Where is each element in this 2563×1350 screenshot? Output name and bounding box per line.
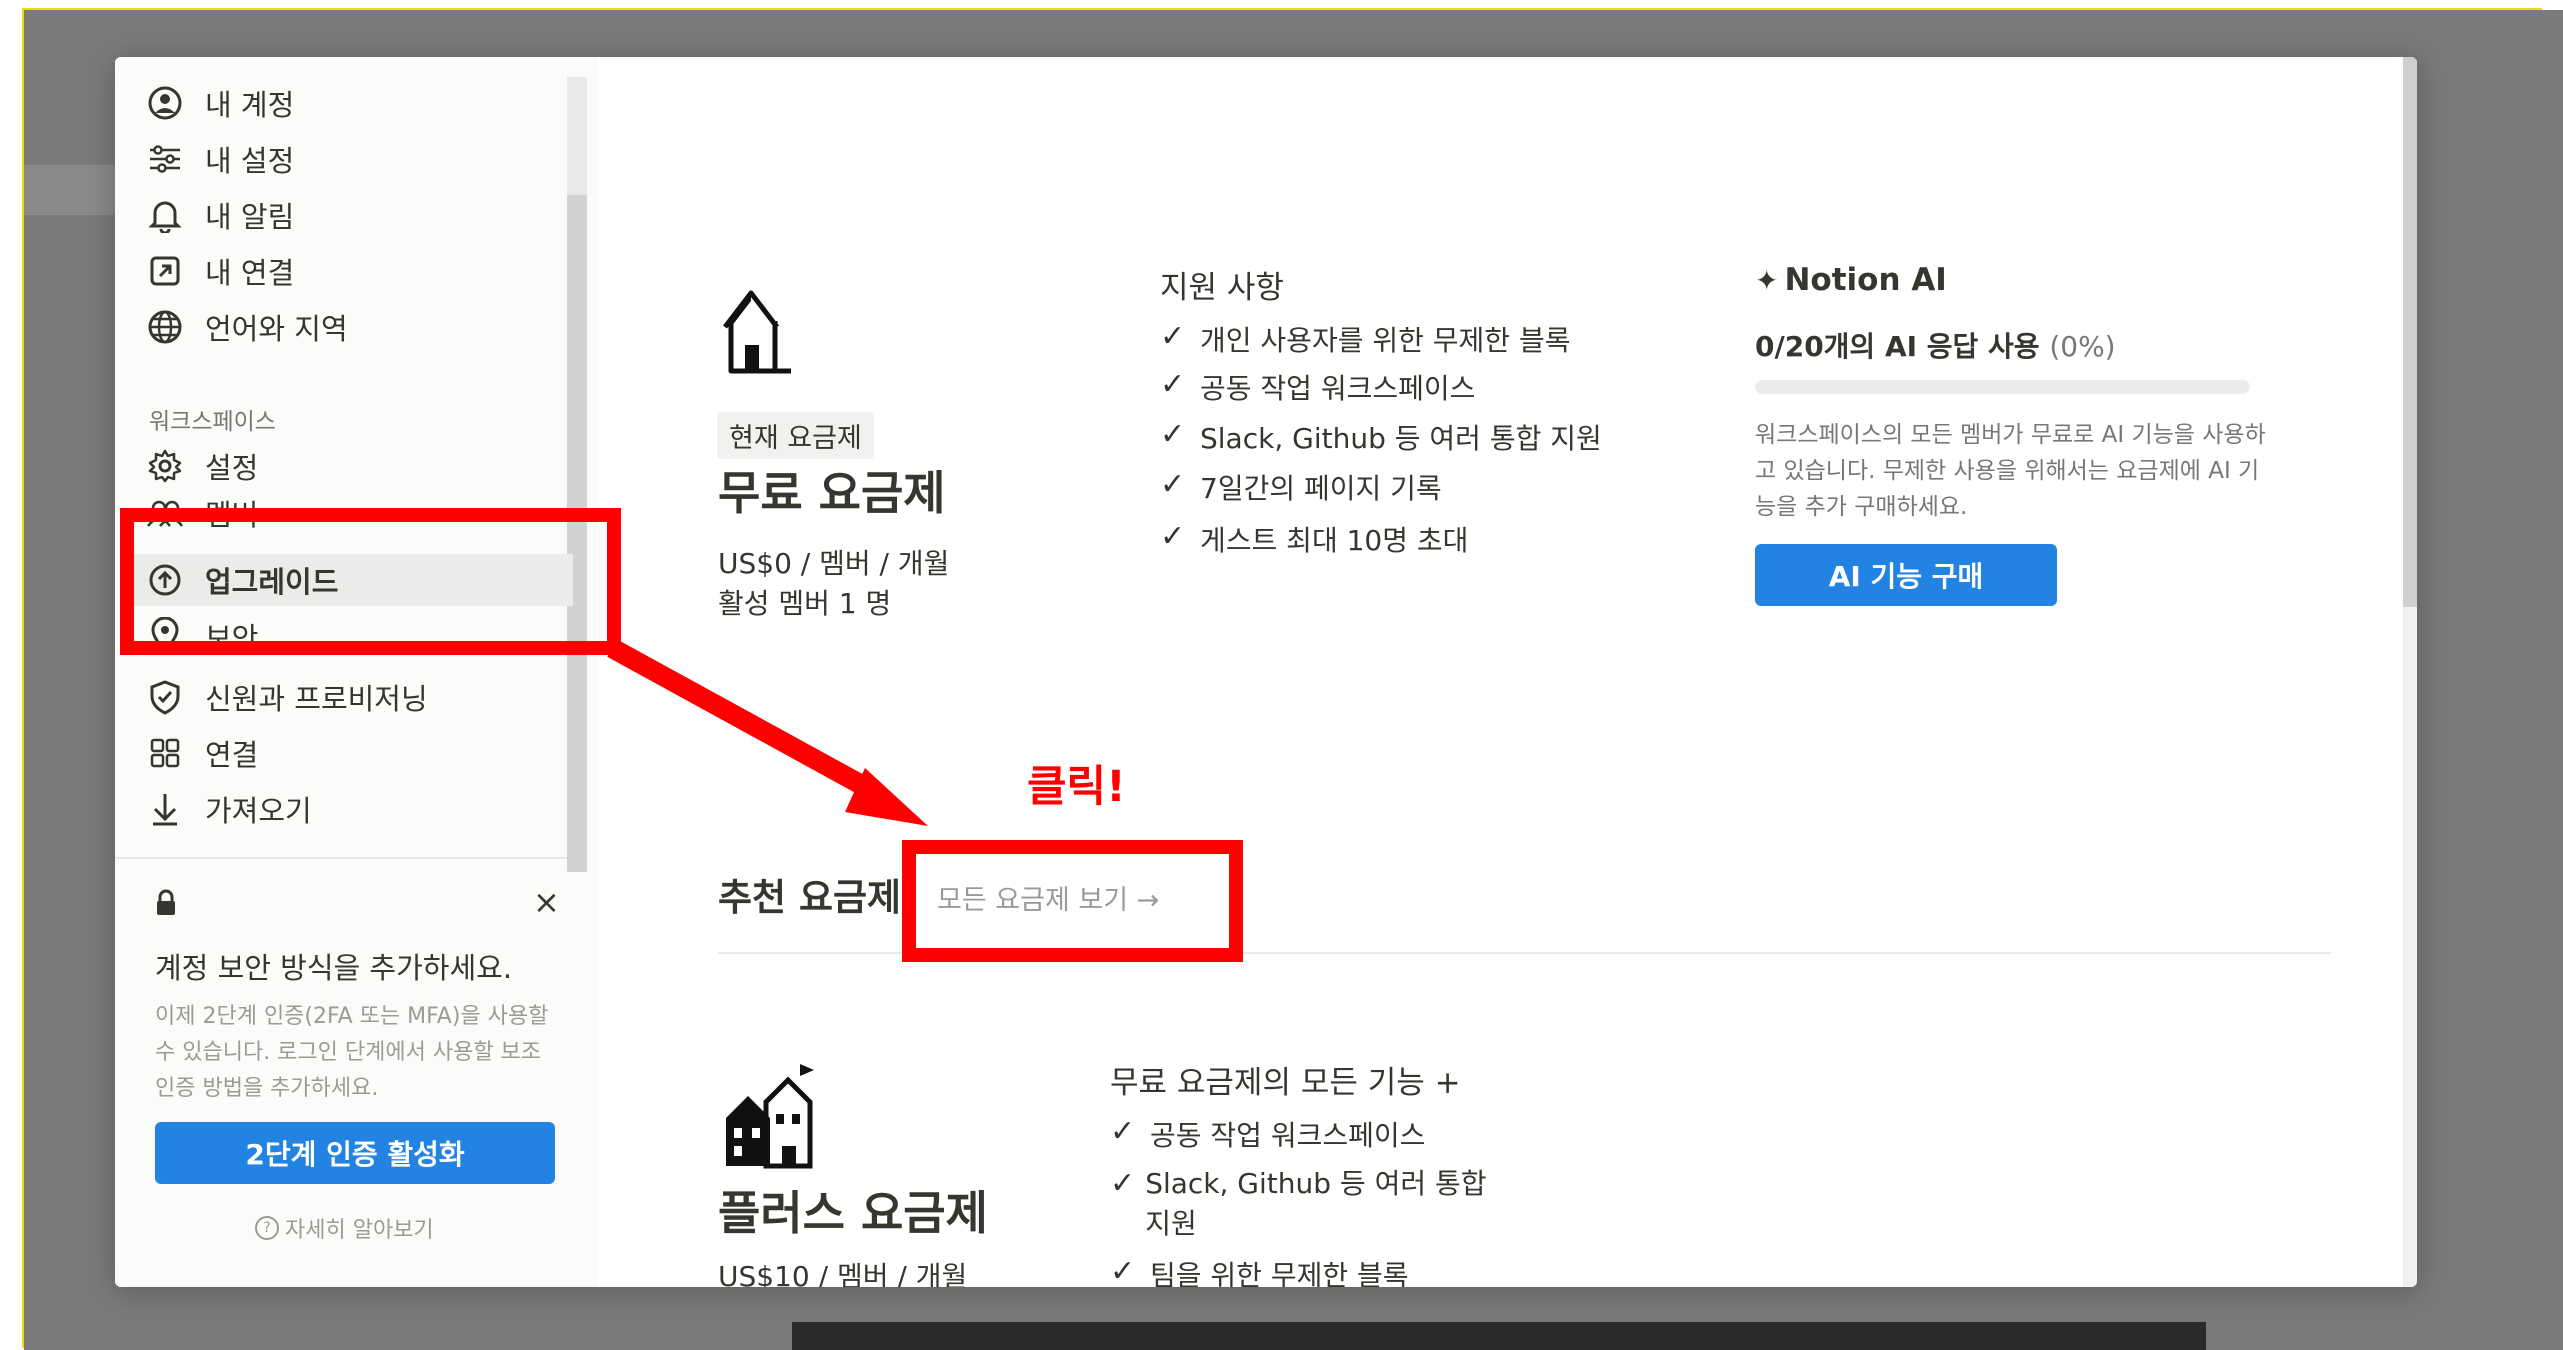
- click-annotation: 클릭!: [1027, 762, 1126, 812]
- annotation-arrow: [607, 639, 928, 826]
